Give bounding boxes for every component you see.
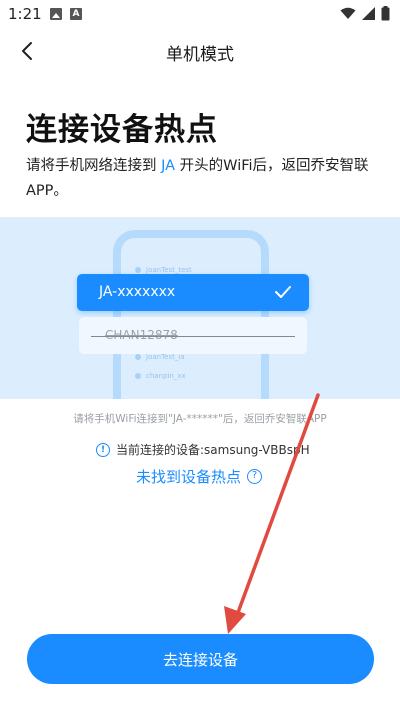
selected-wifi-card: JA-xxxxxxx	[77, 274, 309, 311]
phone-row: chanpin_xx	[135, 372, 186, 380]
connect-device-button[interactable]: 去连接设备	[27, 634, 374, 684]
instruction-text: 请将手机网络连接到 JA 开头的WiFi后，返回乔安智联APP。	[26, 154, 376, 204]
status-bar: 1:21 A	[0, 0, 400, 28]
page-title: 单机模式	[166, 45, 234, 65]
not-found-hotspot-text: 未找到设备热点	[136, 468, 242, 486]
instruction-highlight: JA	[161, 158, 176, 174]
wifi-illustration: JoanTest_test JoanTest_ia chanpin_xx JA-…	[0, 217, 400, 399]
hint-text: 请将手机WiFi连接到"JA-******"后，返回乔安智联APP	[73, 413, 327, 425]
strike-line	[91, 336, 295, 337]
help-icon: ?	[247, 469, 263, 484]
status-time: 1:21	[8, 5, 42, 23]
signal-icon	[362, 7, 375, 20]
battery-icon	[381, 6, 390, 21]
main-title: 连接设备热点	[26, 112, 218, 148]
not-found-hotspot-link[interactable]: 未找到设备热点 ?	[136, 466, 263, 487]
instruction-prefix: 请将手机网络连接到	[26, 158, 162, 174]
wifi-icon	[340, 7, 356, 19]
other-wifi-card: CHAN12878	[79, 317, 307, 354]
gallery-icon	[50, 8, 62, 20]
status-notification-icons: A	[50, 8, 82, 20]
status-system-icons	[340, 6, 390, 21]
selected-wifi-name: JA-xxxxxxx	[99, 284, 176, 300]
phone-row: JoanTest_test	[135, 266, 192, 274]
info-icon: !	[96, 442, 110, 457]
header: 单机模式	[0, 28, 400, 74]
check-icon	[275, 286, 291, 298]
current-device-text: 当前连接的设备:samsung-VBBspH	[116, 443, 310, 457]
other-wifi-name: CHAN12878	[105, 328, 178, 342]
app-a-icon: A	[70, 8, 82, 20]
current-device: ! 当前连接的设备:samsung-VBBspH	[96, 441, 310, 458]
phone-row: JoanTest_ia	[135, 353, 185, 361]
